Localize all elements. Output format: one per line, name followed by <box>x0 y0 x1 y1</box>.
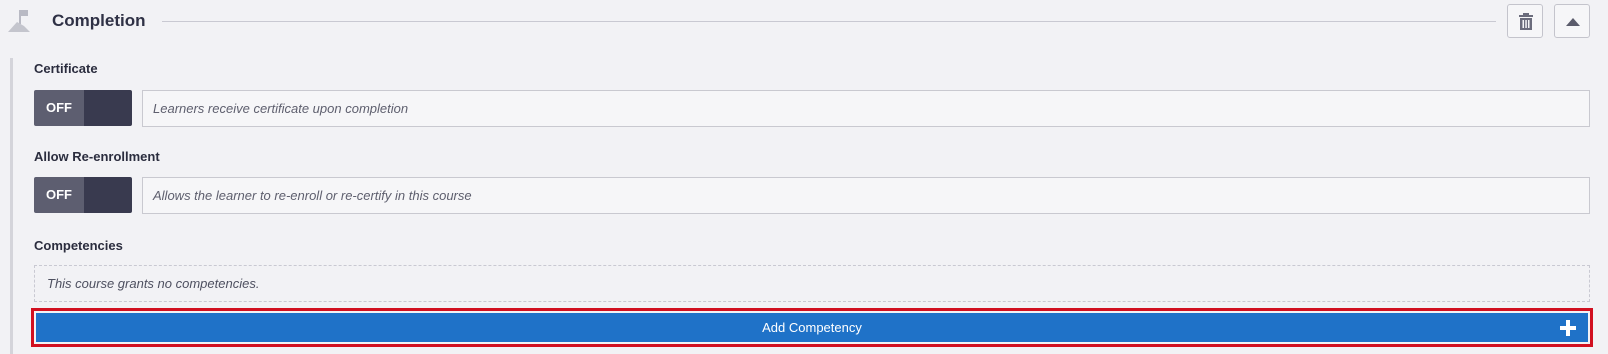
certificate-description: Learners receive certificate upon comple… <box>142 90 1590 127</box>
certificate-toggle-knob <box>84 90 132 126</box>
certificate-toggle-state: OFF <box>34 90 84 126</box>
plus-icon <box>1560 320 1576 336</box>
reenrollment-description: Allows the learner to re-enroll or re-ce… <box>142 177 1590 214</box>
trash-button[interactable] <box>1507 4 1543 38</box>
section-header: Completion <box>0 0 1608 44</box>
reenrollment-toggle[interactable]: OFF <box>34 177 132 213</box>
reenrollment-toggle-knob <box>84 177 132 213</box>
section-indent-bar <box>10 58 13 354</box>
competencies-label: Competencies <box>34 238 123 253</box>
add-competency-label: Add Competency <box>762 320 862 335</box>
flag-icon <box>8 10 30 32</box>
certificate-toggle[interactable]: OFF <box>34 90 132 126</box>
completion-panel: Completion Certificate OFF Learners rece… <box>0 0 1608 354</box>
section-title: Completion <box>52 11 146 30</box>
trash-icon <box>1519 13 1533 30</box>
certificate-label: Certificate <box>34 61 98 76</box>
collapse-button[interactable] <box>1554 4 1590 38</box>
competencies-empty-state: This course grants no competencies. <box>34 265 1590 302</box>
caret-up-icon <box>1566 18 1580 26</box>
reenrollment-toggle-state: OFF <box>34 177 84 213</box>
reenrollment-label: Allow Re-enrollment <box>34 149 160 164</box>
add-competency-highlight: Add Competency <box>31 308 1593 347</box>
add-competency-button[interactable]: Add Competency <box>36 313 1588 342</box>
header-divider <box>162 21 1496 22</box>
